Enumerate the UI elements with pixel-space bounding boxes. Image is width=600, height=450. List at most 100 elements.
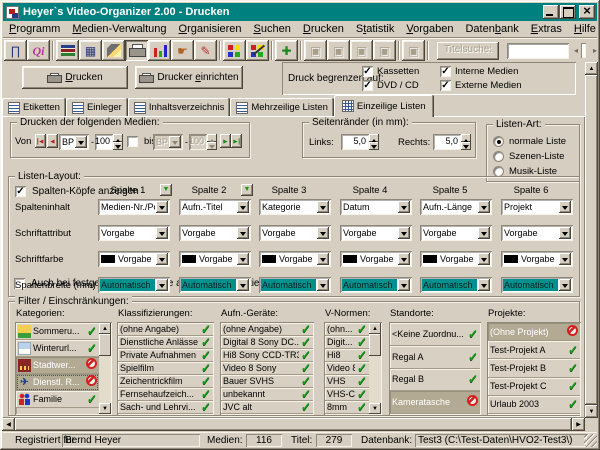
menu-item-organisieren[interactable]: Organisieren bbox=[173, 22, 248, 36]
dropdown-arrow-icon[interactable] bbox=[317, 253, 329, 265]
menu-item-suchen[interactable]: Suchen bbox=[248, 22, 297, 36]
spin-up-icon[interactable] bbox=[113, 134, 123, 142]
list-item[interactable]: Kameratasche bbox=[390, 391, 480, 414]
schriftattribut-combo-1[interactable]: Vorgabe bbox=[98, 225, 170, 241]
dropdown-arrow-icon[interactable] bbox=[317, 201, 329, 213]
list-item[interactable]: VHS✓ bbox=[325, 375, 369, 388]
dropdown-arrow-icon[interactable] bbox=[478, 253, 490, 265]
limit-checkbox-kassetten[interactable]: ✓Kassetten bbox=[362, 66, 419, 77]
column-sort-button[interactable]: ▼ bbox=[241, 184, 253, 196]
spin-up-icon[interactable] bbox=[369, 134, 379, 142]
schriftattribut-combo-4[interactable]: Vorgabe bbox=[340, 225, 412, 241]
limit-checkbox-externe-medien[interactable]: ✓Externe Medien bbox=[440, 80, 522, 91]
list-item[interactable]: Private Aufnahmen✓ bbox=[118, 349, 213, 362]
list-item[interactable]: unbekannt✓ bbox=[221, 388, 313, 401]
spaltenbreite-combo-4[interactable]: Automatisch bbox=[340, 277, 412, 293]
dropdown-arrow-icon[interactable] bbox=[75, 136, 87, 148]
title-search-prev-icon[interactable]: ◂ bbox=[574, 43, 578, 59]
statistik-button[interactable] bbox=[148, 40, 171, 61]
list-item[interactable]: Stadtwer... bbox=[16, 357, 99, 374]
list-item[interactable]: Winterurl...✓ bbox=[16, 340, 99, 357]
menu-item-extras[interactable]: Extras bbox=[525, 22, 568, 36]
list-scrollbar[interactable]: ▲▼ bbox=[99, 323, 111, 414]
scroll-down-icon[interactable]: ▼ bbox=[369, 403, 381, 414]
resize-grip[interactable] bbox=[584, 434, 597, 447]
list-item[interactable]: Test-Projekt A✓ bbox=[488, 341, 580, 359]
quickinfo-button[interactable]: Qi bbox=[27, 40, 50, 61]
nav-next-button[interactable]: ▶ bbox=[220, 134, 231, 148]
schriftfarbe-combo-5[interactable]: Vorgabe bbox=[420, 251, 492, 267]
drucken-button[interactable] bbox=[125, 40, 148, 61]
list-item[interactable]: <Keine Zuordnu...✓ bbox=[390, 323, 480, 346]
list-item[interactable]: 8mm✓ bbox=[325, 401, 369, 414]
dropdown-arrow-icon[interactable] bbox=[169, 136, 181, 148]
list-item[interactable]: Spielfilm✓ bbox=[118, 362, 213, 375]
list-item[interactable]: JVC alt✓ bbox=[221, 401, 313, 414]
dropdown-arrow-icon[interactable] bbox=[317, 227, 329, 239]
drucker-einrichten-button[interactable]: Drucker einrichten bbox=[135, 66, 243, 89]
links-spinner[interactable]: 5,0 bbox=[341, 134, 379, 150]
horizontal-scrollbar[interactable]: ◀ ▶ bbox=[2, 418, 585, 431]
scroll-right-icon[interactable]: ▶ bbox=[572, 418, 585, 431]
list-item[interactable]: Regal B✓ bbox=[390, 369, 480, 392]
spaltenbreite-combo-3[interactable]: Automatisch bbox=[259, 277, 331, 293]
schriftattribut-combo-2[interactable]: Vorgabe bbox=[179, 225, 251, 241]
schriftfarbe-combo-1[interactable]: Vorgabe bbox=[98, 251, 170, 267]
list-item[interactable]: Urlaub 2003✓ bbox=[488, 396, 580, 414]
list-item[interactable]: Hi8✓ bbox=[325, 349, 369, 362]
dropdown-arrow-icon[interactable] bbox=[237, 227, 249, 239]
schriftfarbe-combo-2[interactable]: Vorgabe bbox=[179, 251, 251, 267]
spalteninhalt-combo-2[interactable]: Aufn.-Titel bbox=[179, 199, 251, 215]
schriftattribut-combo-6[interactable]: Vorgabe bbox=[501, 225, 573, 241]
scrollbar-thumb[interactable] bbox=[15, 418, 572, 431]
dropdown-arrow-icon[interactable] bbox=[478, 201, 490, 213]
spaltenbreite-combo-2[interactable]: Automatisch bbox=[179, 277, 251, 293]
spaltenbreite-combo-1[interactable]: Automatisch bbox=[98, 277, 170, 293]
spin-down-icon[interactable] bbox=[113, 142, 123, 150]
title-bar[interactable]: Heyer`s Video-Organizer 2.00 - Drucken bbox=[3, 3, 597, 21]
title-search-input[interactable] bbox=[507, 43, 569, 59]
list-item[interactable]: Regal A✓ bbox=[390, 346, 480, 369]
farb-einstellungen-button[interactable] bbox=[223, 40, 246, 61]
spin-down-icon[interactable] bbox=[369, 142, 379, 150]
programm-beenden-button[interactable]: ∏ bbox=[4, 40, 27, 61]
scroll-up-icon[interactable]: ▲ bbox=[369, 323, 381, 334]
list-item[interactable]: Familie✓ bbox=[16, 391, 99, 408]
dropdown-arrow-icon[interactable] bbox=[156, 253, 168, 265]
list-item[interactable]: (ohne Angabe)✓ bbox=[118, 323, 213, 336]
dropdown-arrow-icon[interactable] bbox=[156, 279, 168, 291]
limit-checkbox-interne-medien[interactable]: ✓Interne Medien bbox=[440, 66, 518, 77]
menu-item-hilfe[interactable]: Hilfe bbox=[568, 22, 600, 36]
dropdown-arrow-icon[interactable] bbox=[156, 201, 168, 213]
menu-item-statistik[interactable]: Statistik bbox=[350, 22, 401, 36]
spalteninhalt-combo-5[interactable]: Aufn.-Länge bbox=[420, 199, 492, 215]
list-item[interactable]: Fernsehaufzeich...✓ bbox=[118, 388, 213, 401]
close-button[interactable] bbox=[579, 5, 595, 19]
list-item[interactable]: (ohn...✓ bbox=[325, 323, 369, 336]
vertical-scrollbar[interactable]: ▲ ▼ bbox=[585, 62, 598, 418]
bis-checkbox[interactable]: bis bbox=[127, 136, 156, 147]
radio-normale-liste[interactable]: normale Liste bbox=[493, 135, 566, 147]
drucken-button[interactable]: Drucken bbox=[22, 66, 128, 89]
hinzufuegen-button[interactable]: ✚ bbox=[275, 40, 298, 61]
tab-inhaltsverzeichnis[interactable]: Inhaltsverzeichnis bbox=[128, 98, 231, 117]
schriftfarbe-combo-4[interactable]: Vorgabe bbox=[340, 251, 412, 267]
dropdown-arrow-icon[interactable] bbox=[398, 253, 410, 265]
menu-item-medien-verwaltung[interactable]: Medien-Verwaltung bbox=[66, 22, 172, 36]
schriftfarbe-combo-6[interactable]: Vorgabe bbox=[501, 251, 573, 267]
rechts-spinner[interactable]: 5,0 bbox=[433, 134, 471, 150]
spalteninhalt-combo-3[interactable]: Kategorie bbox=[259, 199, 331, 215]
list-item[interactable]: Bauer SVHS✓ bbox=[221, 375, 313, 388]
list-item[interactable]: Digital 8 Sony DC...✓ bbox=[221, 336, 313, 349]
list-item[interactable]: Sommeru...✓ bbox=[16, 323, 99, 340]
dropdown-arrow-icon[interactable] bbox=[398, 227, 410, 239]
dropdown-arrow-icon[interactable] bbox=[559, 227, 571, 239]
dropdown-arrow-icon[interactable] bbox=[559, 279, 571, 291]
scrollbar-thumb[interactable] bbox=[369, 334, 381, 356]
limit-checkbox-dvd-cd[interactable]: ✓DVD / CD bbox=[362, 80, 419, 91]
medien-verwaltung-button[interactable] bbox=[56, 40, 79, 61]
dropdown-arrow-icon[interactable] bbox=[317, 279, 329, 291]
minimize-button[interactable] bbox=[543, 5, 559, 19]
tab-etiketten[interactable]: Etiketten bbox=[2, 98, 66, 117]
scrollbar-thumb[interactable] bbox=[585, 75, 598, 405]
